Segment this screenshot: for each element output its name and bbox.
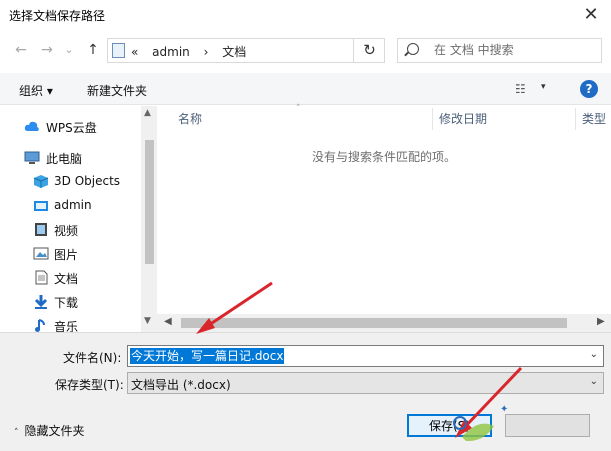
breadcrumb-admin[interactable]: admin: [152, 45, 190, 59]
breadcrumb: « admin › 文档: [131, 43, 256, 60]
filename-field[interactable]: 今天开始，写一篇日记.docx ⌄: [127, 345, 604, 367]
sidebar-item-label: 此电脑: [46, 152, 83, 166]
scrollbar-thumb[interactable]: [145, 140, 154, 264]
sidebar-item-music[interactable]: 音乐: [0, 315, 142, 332]
column-header-type[interactable]: 类型: [576, 106, 611, 132]
cloud-icon: [24, 121, 39, 131]
sidebar-item-label: 下载: [54, 296, 79, 310]
back-arrow-icon[interactable]: ←: [12, 40, 30, 60]
file-list-horizontal-scrollbar[interactable]: ◀ ▶: [157, 314, 611, 332]
filetype-select[interactable]: 文档导出 (*.docx) ⌄: [127, 372, 604, 394]
sidebar-item-wps-cloud[interactable]: WPS云盘: [0, 116, 142, 138]
refresh-icon[interactable]: ↻: [353, 38, 385, 63]
forward-arrow-icon[interactable]: →: [38, 40, 56, 60]
file-list: 名称 ˄ 修改日期 类型 没有与搜索条件匹配的项。: [157, 104, 611, 332]
scroll-left-icon[interactable]: ◀: [164, 316, 172, 327]
navigation-bar: ← → ⌄ ↑ « admin › 文档 ↻: [0, 30, 611, 70]
search-input[interactable]: [434, 43, 594, 57]
sidebar-item-videos[interactable]: 视频: [0, 219, 142, 241]
location-icon: [112, 43, 125, 58]
cancel-button[interactable]: [505, 414, 590, 437]
save-button[interactable]: 保存(S): [407, 414, 492, 437]
navigation-pane: WPS云盘 此电脑 3D Objects admin 视频 图片 文档 下载 音…: [0, 106, 157, 332]
recent-locations-icon[interactable]: ⌄: [60, 40, 78, 60]
chevron-up-icon: ˄: [14, 428, 19, 438]
title-bar: 选择文档保存路径 ✕: [0, 0, 611, 30]
sidebar-item-label: 文档: [54, 272, 79, 286]
picture-icon: [33, 247, 49, 260]
search-icon: [407, 43, 419, 55]
breadcrumb-separator: ›: [203, 45, 209, 59]
breadcrumb-documents[interactable]: 文档: [222, 45, 246, 59]
scroll-down-icon[interactable]: ▼: [144, 316, 151, 326]
close-icon[interactable]: ✕: [579, 3, 603, 27]
address-bar[interactable]: « admin › 文档: [107, 38, 385, 63]
music-icon: [35, 319, 45, 332]
chevron-down-icon[interactable]: ⌄: [590, 349, 598, 360]
folder-icon: [34, 201, 48, 211]
breadcrumb-overflow[interactable]: «: [131, 45, 138, 59]
help-icon[interactable]: ?: [580, 80, 598, 98]
document-icon: [35, 270, 48, 285]
sidebar-item-label: admin: [54, 198, 92, 212]
filename-input[interactable]: 今天开始，写一篇日记.docx: [130, 348, 285, 364]
sidebar-item-3d-objects[interactable]: 3D Objects: [0, 171, 142, 193]
navigation-scrollbar[interactable]: ▲ ▼: [141, 106, 157, 332]
chevron-down-icon[interactable]: ⌄: [590, 376, 598, 387]
save-form-panel: 文件名(N): 今天开始，写一篇日记.docx ⌄ 保存类型(T): 文档导出 …: [0, 332, 611, 451]
filetype-value: 文档导出 (*.docx): [131, 378, 231, 392]
column-header-name[interactable]: 名称: [172, 106, 432, 132]
command-toolbar: 组织 ▾ 新建文件夹 ☷ ▾ ?: [0, 73, 611, 105]
hide-folders-toggle[interactable]: ˄ 隐藏文件夹: [14, 422, 85, 439]
new-folder-button[interactable]: 新建文件夹: [87, 82, 147, 99]
scroll-up-icon[interactable]: ▲: [144, 108, 151, 118]
empty-list-message: 没有与搜索条件匹配的项。: [311, 150, 456, 164]
view-dropdown-icon[interactable]: ▾: [541, 82, 546, 92]
sidebar-item-downloads[interactable]: 下载: [0, 291, 142, 313]
sidebar-item-label: 3D Objects: [54, 174, 121, 188]
sidebar-item-admin[interactable]: admin: [0, 195, 142, 217]
window-title: 选择文档保存路径: [9, 9, 106, 23]
scrollbar-thumb[interactable]: [181, 318, 567, 328]
video-icon: [35, 223, 47, 236]
sidebar-item-documents[interactable]: 文档: [0, 267, 142, 289]
up-arrow-icon[interactable]: ↑: [84, 40, 102, 60]
download-icon: [34, 295, 48, 309]
search-box[interactable]: [397, 38, 602, 63]
sidebar-item-label: WPS云盘: [46, 121, 97, 135]
cube-icon: [33, 175, 49, 188]
sidebar-item-label: 视频: [54, 224, 79, 238]
organize-button[interactable]: 组织 ▾: [19, 82, 53, 99]
sidebar-item-label: 音乐: [54, 320, 79, 332]
sort-indicator-icon: ˄: [296, 104, 301, 114]
sidebar-item-label: 图片: [54, 248, 79, 262]
filename-label: 文件名(N):: [63, 351, 122, 365]
view-options-icon[interactable]: ☷: [515, 82, 533, 96]
sidebar-item-this-pc[interactable]: 此电脑: [0, 147, 142, 169]
computer-icon: [24, 151, 40, 164]
sidebar-item-pictures[interactable]: 图片: [0, 243, 142, 265]
column-header-modified[interactable]: 修改日期: [433, 106, 575, 132]
scroll-right-icon[interactable]: ▶: [597, 316, 605, 327]
hide-folders-label: 隐藏文件夹: [24, 424, 85, 438]
filetype-label: 保存类型(T):: [55, 378, 124, 392]
